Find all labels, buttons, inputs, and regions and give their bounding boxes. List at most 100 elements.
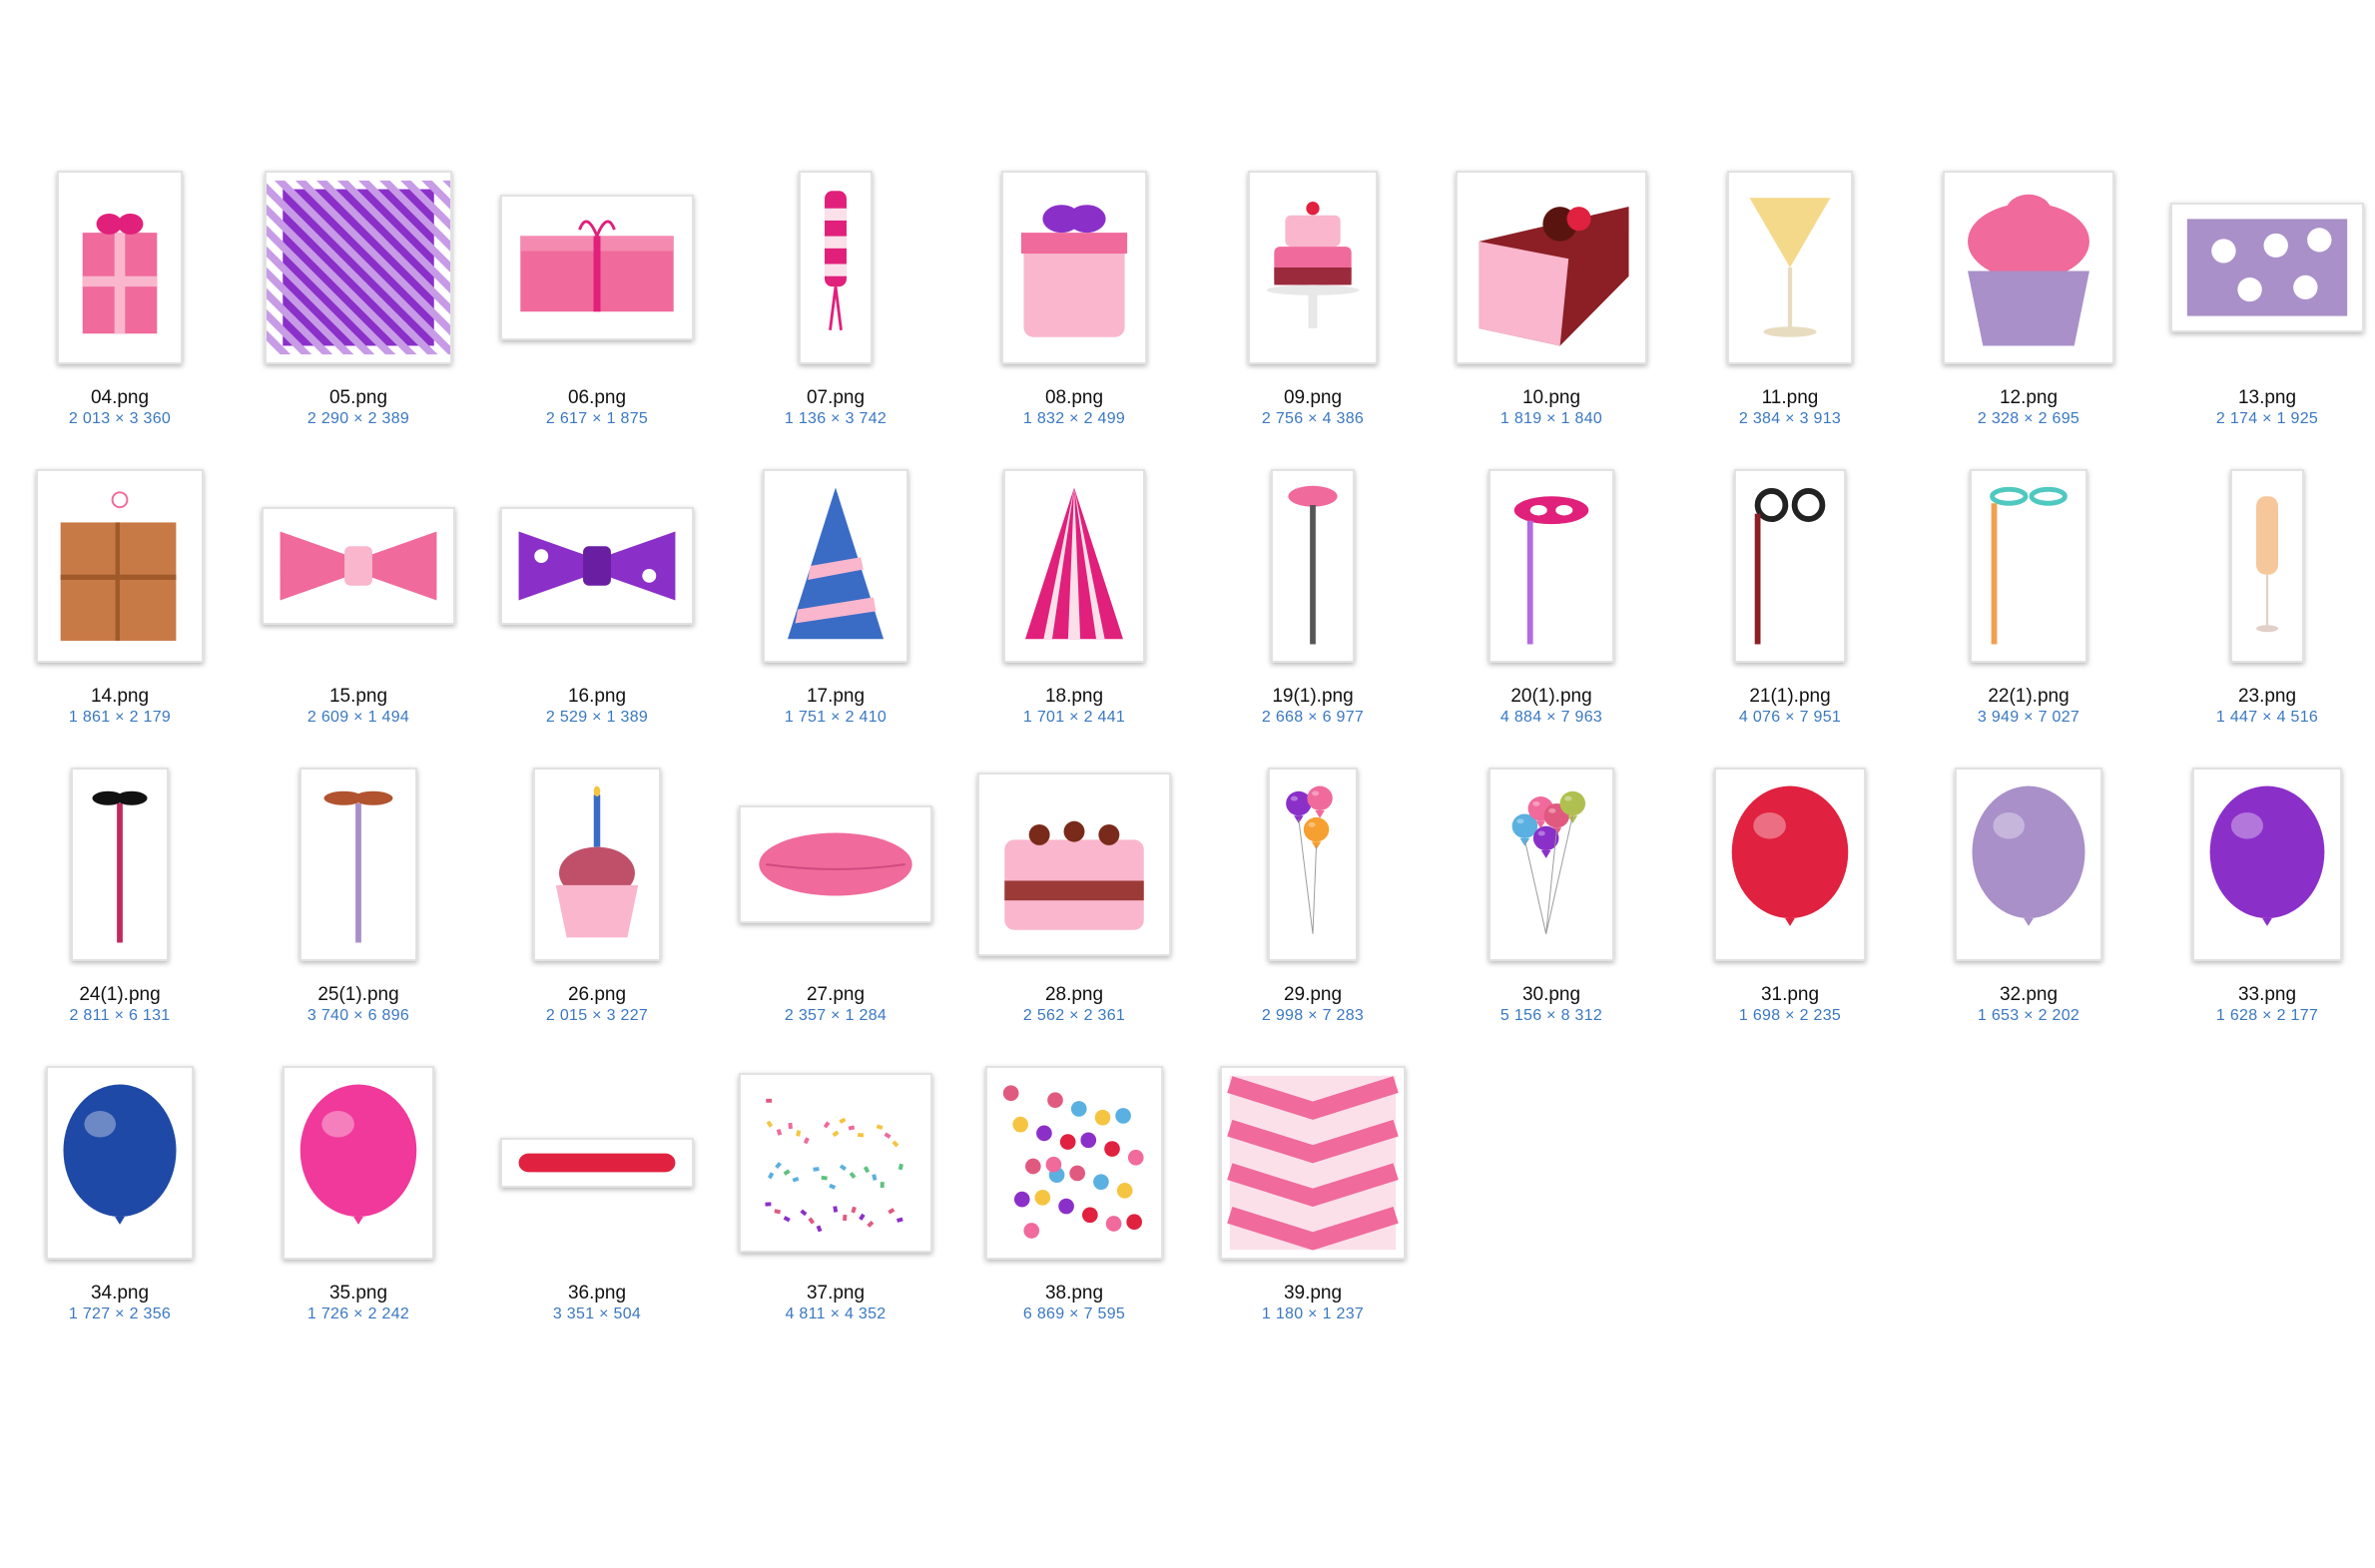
file-thumbnail[interactable]: [1943, 171, 2114, 364]
file-item[interactable]: 39.png 1 180 × 1 237: [1213, 1063, 1413, 1342]
file-thumbnail[interactable]: [739, 805, 932, 923]
file-item[interactable]: 10.png 1 819 × 1 840: [1452, 168, 1651, 447]
file-name-label[interactable]: 04.png: [0, 387, 250, 409]
file-name-label[interactable]: 09.png: [1183, 387, 1443, 409]
file-item[interactable]: 17.png 1 751 × 2 410: [736, 466, 935, 746]
file-thumbnail[interactable]: [71, 768, 169, 961]
file-item[interactable]: 21(1).png 4 076 × 7 951: [1690, 466, 1890, 746]
file-name-label[interactable]: 32.png: [1899, 984, 2158, 1006]
file-thumbnail[interactable]: [1001, 171, 1147, 364]
file-thumbnail[interactable]: [265, 171, 452, 364]
file-item[interactable]: 19(1).png 2 668 × 6 977: [1213, 466, 1413, 746]
file-name-label[interactable]: 24(1).png: [0, 984, 250, 1006]
file-item[interactable]: 27.png 2 357 × 1 284: [736, 765, 935, 1044]
file-item[interactable]: 35.png 1 726 × 2 242: [259, 1063, 458, 1342]
file-name-label[interactable]: 11.png: [1660, 387, 1920, 409]
file-item[interactable]: 15.png 2 609 × 1 494: [259, 466, 458, 746]
file-name-label[interactable]: 16.png: [467, 686, 727, 708]
file-item[interactable]: 36.png 3 351 × 504: [497, 1063, 697, 1342]
file-item[interactable]: 04.png 2 013 × 3 360: [20, 168, 220, 447]
file-name-label[interactable]: 08.png: [944, 387, 1204, 409]
file-item[interactable]: 25(1).png 3 740 × 6 896: [259, 765, 458, 1044]
file-item[interactable]: 26.png 2 015 × 3 227: [497, 765, 697, 1044]
file-thumbnail[interactable]: [46, 1066, 194, 1260]
file-thumbnail[interactable]: [799, 171, 873, 364]
file-thumbnail[interactable]: [1970, 469, 2087, 663]
file-item[interactable]: 24(1).png 2 811 × 6 131: [20, 765, 220, 1044]
file-name-label[interactable]: 17.png: [706, 686, 965, 708]
file-item[interactable]: 13.png 2 174 × 1 925: [2167, 168, 2367, 447]
file-thumbnail[interactable]: [1220, 1066, 1406, 1260]
file-thumbnail[interactable]: [1268, 768, 1358, 961]
file-thumbnail[interactable]: [1248, 171, 1378, 364]
file-name-label[interactable]: 36.png: [467, 1283, 727, 1305]
file-name-label[interactable]: 37.png: [706, 1283, 965, 1305]
file-name-label[interactable]: 23.png: [2137, 686, 2375, 708]
file-name-label[interactable]: 39.png: [1183, 1283, 1443, 1305]
file-item[interactable]: 11.png 2 384 × 3 913: [1690, 168, 1890, 447]
file-name-label[interactable]: 07.png: [706, 387, 965, 409]
file-thumbnail[interactable]: [1714, 768, 1866, 961]
file-thumbnail[interactable]: [1734, 469, 1846, 663]
file-name-label[interactable]: 12.png: [1899, 387, 2158, 409]
file-thumbnail[interactable]: [1003, 469, 1145, 663]
file-name-label[interactable]: 14.png: [0, 686, 250, 708]
file-thumbnail[interactable]: [299, 768, 417, 961]
file-name-label[interactable]: 30.png: [1422, 984, 1681, 1006]
file-name-label[interactable]: 19(1).png: [1183, 686, 1443, 708]
file-name-label[interactable]: 28.png: [944, 984, 1204, 1006]
file-thumbnail[interactable]: [977, 773, 1171, 956]
file-thumbnail[interactable]: [262, 507, 455, 625]
file-thumbnail[interactable]: [739, 1073, 932, 1253]
file-item[interactable]: 33.png 1 628 × 2 177: [2167, 765, 2367, 1044]
file-name-label[interactable]: 20(1).png: [1422, 686, 1681, 708]
file-item[interactable]: 18.png 1 701 × 2 441: [974, 466, 1174, 746]
file-item[interactable]: 14.png 1 861 × 2 179: [20, 466, 220, 746]
file-name-label[interactable]: 35.png: [229, 1283, 488, 1305]
file-name-label[interactable]: 33.png: [2137, 984, 2375, 1006]
file-name-label[interactable]: 38.png: [944, 1283, 1204, 1305]
file-thumbnail[interactable]: [500, 195, 694, 340]
file-name-label[interactable]: 06.png: [467, 387, 727, 409]
file-item[interactable]: 34.png 1 727 × 2 356: [20, 1063, 220, 1342]
file-item[interactable]: 23.png 1 447 × 4 516: [2167, 466, 2367, 746]
file-item[interactable]: 06.png 2 617 × 1 875: [497, 168, 697, 447]
file-thumbnail[interactable]: [57, 171, 183, 364]
file-item[interactable]: 08.png 1 832 × 2 499: [974, 168, 1174, 447]
file-thumbnail[interactable]: [1271, 469, 1355, 663]
file-item[interactable]: 05.png 2 290 × 2 389: [259, 168, 458, 447]
file-item[interactable]: 12.png 2 328 × 2 695: [1929, 168, 2128, 447]
file-item[interactable]: 38.png 6 869 × 7 595: [974, 1063, 1174, 1342]
file-name-label[interactable]: 34.png: [0, 1283, 250, 1305]
file-thumbnail[interactable]: [1955, 768, 2102, 961]
file-thumbnail[interactable]: [763, 469, 908, 663]
file-item[interactable]: 32.png 1 653 × 2 202: [1929, 765, 2128, 1044]
file-name-label[interactable]: 31.png: [1660, 984, 1920, 1006]
file-name-label[interactable]: 13.png: [2137, 387, 2375, 409]
file-name-label[interactable]: 29.png: [1183, 984, 1443, 1006]
file-thumbnail[interactable]: [533, 768, 661, 961]
file-name-label[interactable]: 22(1).png: [1899, 686, 2158, 708]
file-thumbnail[interactable]: [500, 507, 694, 625]
file-thumbnail[interactable]: [1488, 469, 1614, 663]
file-item[interactable]: 20(1).png 4 884 × 7 963: [1452, 466, 1651, 746]
file-item[interactable]: 07.png 1 136 × 3 742: [736, 168, 935, 447]
file-thumbnail[interactable]: [985, 1066, 1163, 1260]
file-name-label[interactable]: 25(1).png: [229, 984, 488, 1006]
file-thumbnail[interactable]: [1456, 171, 1647, 364]
file-item[interactable]: 28.png 2 562 × 2 361: [974, 765, 1174, 1044]
file-item[interactable]: 16.png 2 529 × 1 389: [497, 466, 697, 746]
file-name-label[interactable]: 05.png: [229, 387, 488, 409]
file-thumbnail[interactable]: [1488, 768, 1614, 961]
file-name-label[interactable]: 18.png: [944, 686, 1204, 708]
file-thumbnail[interactable]: [1727, 171, 1853, 364]
file-name-label[interactable]: 26.png: [467, 984, 727, 1006]
file-thumbnail[interactable]: [2230, 469, 2304, 663]
file-thumbnail[interactable]: [2192, 768, 2342, 961]
file-item[interactable]: 09.png 2 756 × 4 386: [1213, 168, 1413, 447]
file-name-label[interactable]: 10.png: [1422, 387, 1681, 409]
file-name-label[interactable]: 27.png: [706, 984, 965, 1006]
file-item[interactable]: 22(1).png 3 949 × 7 027: [1929, 466, 2128, 746]
file-item[interactable]: 30.png 5 156 × 8 312: [1452, 765, 1651, 1044]
file-item[interactable]: 31.png 1 698 × 2 235: [1690, 765, 1890, 1044]
